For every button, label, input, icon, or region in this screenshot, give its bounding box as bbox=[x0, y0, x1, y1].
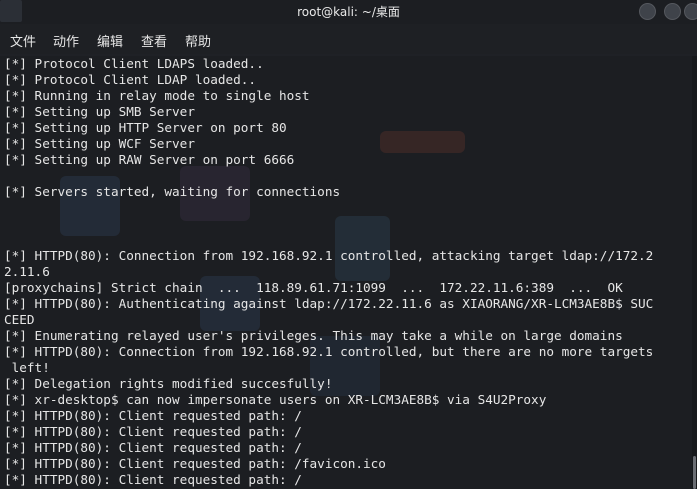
terminal-line: CEED bbox=[4, 312, 35, 327]
menu-view[interactable]: 查看 bbox=[141, 31, 167, 50]
terminal-line: [*] HTTPD(80): Client requested path: / bbox=[4, 472, 302, 487]
close-button[interactable] bbox=[684, 3, 697, 20]
terminal-line: [*] Running in relay mode to single host bbox=[4, 88, 310, 103]
maximize-button[interactable] bbox=[664, 3, 681, 20]
terminal-scrollbar[interactable] bbox=[692, 56, 697, 489]
terminal-line: [*] Setting up HTTP Server on port 80 bbox=[4, 120, 287, 135]
title-bar: root@kali: ~/桌面 bbox=[0, 0, 697, 24]
terminal-line: [proxychains] Strict chain ... 118.89.61… bbox=[4, 280, 623, 295]
terminal-line: [*] HTTPD(80): Connection from 192.168.9… bbox=[4, 248, 654, 263]
terminal-line: [*] xr-desktop$ can now impersonate user… bbox=[4, 392, 547, 407]
terminal-line: [*] Protocol Client LDAPS loaded.. bbox=[4, 56, 264, 71]
terminal-line: [*] Setting up RAW Server on port 6666 bbox=[4, 152, 295, 167]
terminal-line: [*] Setting up WCF Server bbox=[4, 136, 195, 151]
terminal-line: left! bbox=[4, 360, 50, 375]
window-title: root@kali: ~/桌面 bbox=[297, 5, 400, 19]
menu-file[interactable]: 文件 bbox=[10, 31, 36, 50]
terminal-line: [*] Servers started, waiting for connect… bbox=[4, 184, 341, 199]
terminal-line: [*] Protocol Client LDAP loaded.. bbox=[4, 72, 257, 87]
scrollbar-thumb[interactable] bbox=[693, 456, 696, 489]
menu-edit[interactable]: 编辑 bbox=[97, 31, 123, 50]
terminal-line: [*] HTTPD(80): Client requested path: /f… bbox=[4, 456, 386, 471]
menu-bar: 文件 动作 编辑 查看 帮助 bbox=[0, 24, 697, 54]
menu-help[interactable]: 帮助 bbox=[185, 31, 211, 50]
menu-actions[interactable]: 动作 bbox=[53, 31, 79, 50]
terminal-line: [*] Enumerating relayed user's privilege… bbox=[4, 328, 623, 343]
terminal-line: [*] HTTPD(80): Client requested path: / bbox=[4, 440, 302, 455]
terminal-line: [*] Delegation rights modified succesful… bbox=[4, 376, 333, 391]
terminal-line: [*] HTTPD(80): Authenticating against ld… bbox=[4, 296, 654, 311]
terminal-output[interactable]: [*] Protocol Client LDAPS loaded.. [*] Pr… bbox=[0, 56, 692, 489]
terminal-line: [*] HTTPD(80): Client requested path: / bbox=[4, 408, 302, 423]
terminal-line: [*] HTTPD(80): Connection from 192.168.9… bbox=[4, 344, 654, 359]
terminal-line: [*] Setting up SMB Server bbox=[4, 104, 195, 119]
minimize-button[interactable] bbox=[639, 3, 656, 20]
terminal-line: 2.11.6 bbox=[4, 264, 50, 279]
terminal-lines: [*] Protocol Client LDAPS loaded.. [*] Pr… bbox=[4, 56, 653, 488]
terminal-line: [*] HTTPD(80): Client requested path: / bbox=[4, 424, 302, 439]
